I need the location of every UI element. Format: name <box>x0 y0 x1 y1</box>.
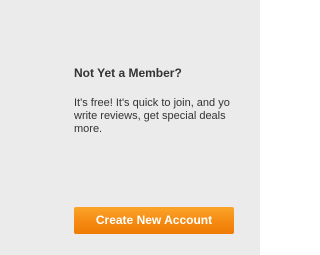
signup-description-line: It's free! It's quick to join, and yo <box>74 97 230 109</box>
member-signup-panel: Not Yet a Member? It's free! It's quick … <box>0 0 260 255</box>
not-member-heading: Not Yet a Member? <box>74 66 182 80</box>
signup-description-line: write reviews, get special deals <box>74 110 226 122</box>
signup-description-line: more. <box>74 123 103 135</box>
create-account-button[interactable]: Create New Account <box>74 207 234 234</box>
signup-description: It's free! It's quick to join, and yo wr… <box>74 97 260 136</box>
